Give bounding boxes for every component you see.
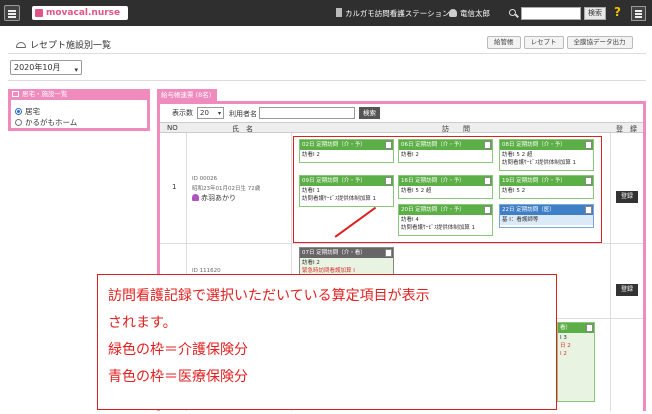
display-count-select[interactable]: 20 ▾ — [197, 107, 224, 119]
data-export-button[interactable]: 全膜協データ出力 — [566, 36, 633, 49]
top-bar: movacal.nurse カルガモ訪問看護ステーション 竜信太郎 検索 ? — [0, 0, 652, 26]
callout-line: 緑色の枠＝介護保険分 — [108, 342, 248, 358]
top-search-button[interactable]: 検索 — [584, 7, 606, 20]
callout-line: されます。 — [108, 315, 177, 331]
station-name: カルガモ訪問看護ステーション — [336, 8, 450, 19]
top-search-input[interactable] — [521, 7, 581, 20]
chevron-down-icon: ▾ — [217, 110, 221, 117]
patient-dob: 昭和23年01月02日生 72歳 — [192, 186, 261, 192]
facility-option-home[interactable]: 居宅 — [15, 106, 40, 117]
logo-text: movacal.nurse — [46, 8, 121, 18]
settings-menu-icon[interactable] — [631, 6, 646, 21]
header-buttons: 給管帳 レセプト 全膜協データ出力 — [487, 36, 633, 49]
user-icon — [449, 9, 457, 17]
callout-box: 訪問看護記録で選択いただいている算定項目が表示 されます。 緑色の枠＝介護保険分… — [97, 274, 557, 410]
facility-option-karugamo[interactable]: かるがもホーム — [15, 117, 77, 128]
document-icon[interactable] — [586, 324, 593, 332]
column-divider — [610, 133, 611, 411]
radio-selected[interactable] — [15, 108, 22, 115]
row-number: 1 — [172, 183, 177, 191]
radio-unselected[interactable] — [15, 119, 22, 126]
col-visits: 訪 問 — [442, 125, 470, 133]
patients-panel-header: 給与帳速票 (8名) — [157, 89, 217, 101]
highlight-frame — [293, 136, 602, 243]
cloud-icon — [16, 42, 26, 48]
register-button[interactable]: 登録 — [616, 191, 638, 203]
month-select[interactable]: 2020年10月 ▾ — [10, 60, 82, 75]
search-icon — [509, 9, 516, 16]
user-name-label: 利用者名 — [229, 110, 257, 118]
col-name: 氏 名 — [232, 125, 253, 133]
hamburger-menu-icon[interactable] — [4, 5, 20, 21]
col-register: 登 録 — [616, 125, 637, 133]
visit-card[interactable]: 看） I 3 日 2 I 2 — [557, 322, 595, 402]
building-icon — [336, 8, 342, 17]
register-button[interactable]: 登録 — [616, 284, 638, 296]
help-icon[interactable]: ? — [614, 5, 621, 19]
patient-icon — [192, 194, 199, 201]
patient-id: ID 00026 — [192, 176, 218, 182]
callout-line: 訪問看護記録で選択いただいている算定項目が表示 — [108, 288, 430, 304]
table-header: NO 氏 名 訪 問 登 録 — [160, 122, 643, 133]
receipt-button[interactable]: レセプト — [523, 36, 564, 49]
divider — [8, 53, 646, 54]
kyukan-button[interactable]: 給管帳 — [487, 36, 521, 49]
app-logo[interactable]: movacal.nurse — [32, 6, 128, 20]
divider — [8, 80, 646, 81]
document-icon[interactable] — [385, 249, 392, 257]
user-name-input[interactable] — [259, 107, 355, 119]
list-icon — [12, 91, 19, 97]
chevron-down-icon: ▾ — [74, 66, 78, 74]
user-name[interactable]: 竜信太郎 — [449, 8, 490, 19]
facility-list-header: 居宅・施設一覧 — [8, 89, 150, 100]
search-button[interactable]: 検索 — [359, 107, 380, 119]
callout-line: 青色の枠＝医療保険分 — [108, 369, 248, 385]
display-count-label: 表示数 — [172, 109, 193, 117]
page-title: レセプト施設別一覧 — [16, 38, 111, 51]
col-no: NO — [167, 124, 178, 132]
logo-mark-icon — [35, 9, 43, 17]
row-divider — [160, 243, 643, 244]
visit-card[interactable]: 07日 定期訪問（介・看） 訪看I 2 緊急時訪問看護加算 I — [299, 247, 394, 276]
patient-name[interactable]: 赤羽あかり — [192, 193, 236, 203]
